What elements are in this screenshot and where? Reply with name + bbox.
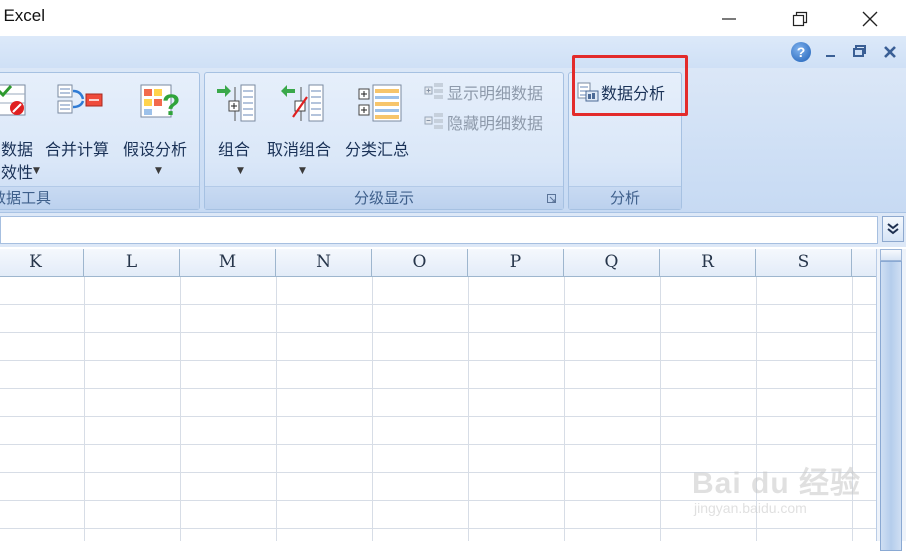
highlight-annotation bbox=[572, 55, 688, 116]
group-data-tools: 数据 效性 ▼ 合并计算 ? 假设分析 ▼ 据工具 bbox=[0, 72, 200, 210]
window-title: : Excel bbox=[0, 6, 46, 25]
formula-input[interactable] bbox=[0, 216, 878, 244]
data-validation-icon bbox=[0, 84, 26, 116]
workbook-minimize-icon[interactable] bbox=[822, 44, 840, 60]
show-detail-button[interactable]: 显示明细数据 bbox=[421, 79, 561, 103]
baidu-watermark: Bai du 经验 jingyan.baidu.com bbox=[692, 458, 872, 522]
minimize-icon bbox=[722, 18, 736, 20]
minimize-button[interactable] bbox=[706, 0, 750, 36]
subtotal-icon bbox=[358, 84, 402, 122]
close-icon bbox=[862, 11, 878, 27]
help-icon[interactable]: ? bbox=[791, 42, 811, 62]
consolidate-label: 合并计算 bbox=[45, 140, 110, 159]
group-label-analysis: 分析 bbox=[569, 186, 681, 209]
close-button[interactable] bbox=[847, 0, 891, 36]
column-header[interactable]: M bbox=[180, 249, 276, 276]
ribbon: 数据 效性 ▼ 合并计算 ? 假设分析 ▼ 据工具 组合 ▼ 取消组合 ▼ 分类… bbox=[0, 68, 906, 213]
group-button[interactable]: 组合 ▼ bbox=[211, 79, 259, 179]
title-bar: : Excel bbox=[0, 0, 906, 36]
restore-button[interactable] bbox=[777, 0, 821, 36]
hide-detail-label: 隐藏明细数据 bbox=[447, 114, 544, 133]
group-label-text: 分级显示 bbox=[353, 189, 414, 207]
scroll-up-arrow[interactable] bbox=[880, 249, 902, 261]
scroll-thumb[interactable] bbox=[880, 261, 902, 551]
restore-icon bbox=[792, 11, 808, 27]
column-headers: K L M N O P Q R S bbox=[0, 249, 876, 277]
consolidate-button[interactable]: 合并计算 bbox=[43, 79, 119, 179]
subtotal-label: 分类汇总 bbox=[345, 140, 410, 159]
chevron-down-icon: ▼ bbox=[33, 166, 40, 176]
chevron-down-icon: ▼ bbox=[299, 166, 306, 176]
menu-strip bbox=[0, 36, 906, 68]
chevron-down-icon: ▼ bbox=[155, 166, 162, 176]
hide-detail-icon bbox=[424, 113, 443, 129]
subtotal-button[interactable]: 分类汇总 bbox=[345, 79, 421, 179]
watermark-brand: Bai du 经验 bbox=[692, 467, 862, 500]
column-header[interactable]: S bbox=[756, 249, 852, 276]
ungroup-icon bbox=[281, 84, 324, 122]
group-label-text: 分析 bbox=[609, 189, 640, 207]
column-header[interactable]: R bbox=[660, 249, 756, 276]
column-header[interactable]: O bbox=[372, 249, 468, 276]
group-outline: 组合 ▼ 取消组合 ▼ 分类汇总 显示明细数据 隐藏明细数据 分级显示 bbox=[204, 72, 564, 210]
formula-bar bbox=[0, 213, 906, 247]
group-label-text: 数据工具 bbox=[0, 189, 52, 207]
show-detail-label: 显示明细数据 bbox=[447, 84, 544, 103]
dialog-launcher-icon[interactable] bbox=[547, 194, 557, 204]
ungroup-label: 取消组合 bbox=[267, 140, 332, 159]
column-header[interactable]: L bbox=[84, 249, 180, 276]
column-header[interactable]: P bbox=[468, 249, 564, 276]
vertical-scrollbar[interactable] bbox=[876, 249, 906, 551]
hide-detail-button[interactable]: 隐藏明细数据 bbox=[421, 109, 561, 133]
svg-text:?: ? bbox=[162, 89, 180, 122]
watermark-url: jingyan.baidu.com bbox=[694, 500, 807, 516]
group-icon bbox=[217, 84, 256, 122]
what-if-analysis-button[interactable]: ? 假设分析 ▼ bbox=[121, 79, 199, 179]
consolidate-icon bbox=[57, 84, 103, 114]
expand-formula-bar-button[interactable] bbox=[882, 216, 904, 242]
group-label-outline: 分级显示 bbox=[205, 186, 563, 209]
what-if-label: 假设分析 bbox=[123, 140, 188, 159]
data-validation-label-1: 数据 bbox=[1, 140, 34, 159]
chevron-down-icon: ▼ bbox=[237, 166, 244, 176]
column-header[interactable]: K bbox=[0, 249, 84, 276]
group-label-data-tools: 数据工具 bbox=[0, 186, 199, 209]
what-if-icon: ? bbox=[140, 84, 180, 122]
column-header[interactable]: N bbox=[276, 249, 372, 276]
group-label: 组合 bbox=[218, 140, 251, 159]
workbook-close-icon[interactable] bbox=[881, 44, 899, 60]
workbook-restore-icon[interactable] bbox=[851, 44, 869, 60]
double-chevron-down-icon bbox=[887, 223, 899, 235]
column-header[interactable]: Q bbox=[564, 249, 660, 276]
data-validation-label-2: 效性 bbox=[1, 163, 34, 182]
show-detail-icon bbox=[424, 83, 443, 99]
ungroup-button[interactable]: 取消组合 ▼ bbox=[267, 79, 343, 179]
data-validation-button[interactable]: 数据 效性 ▼ bbox=[0, 79, 41, 182]
